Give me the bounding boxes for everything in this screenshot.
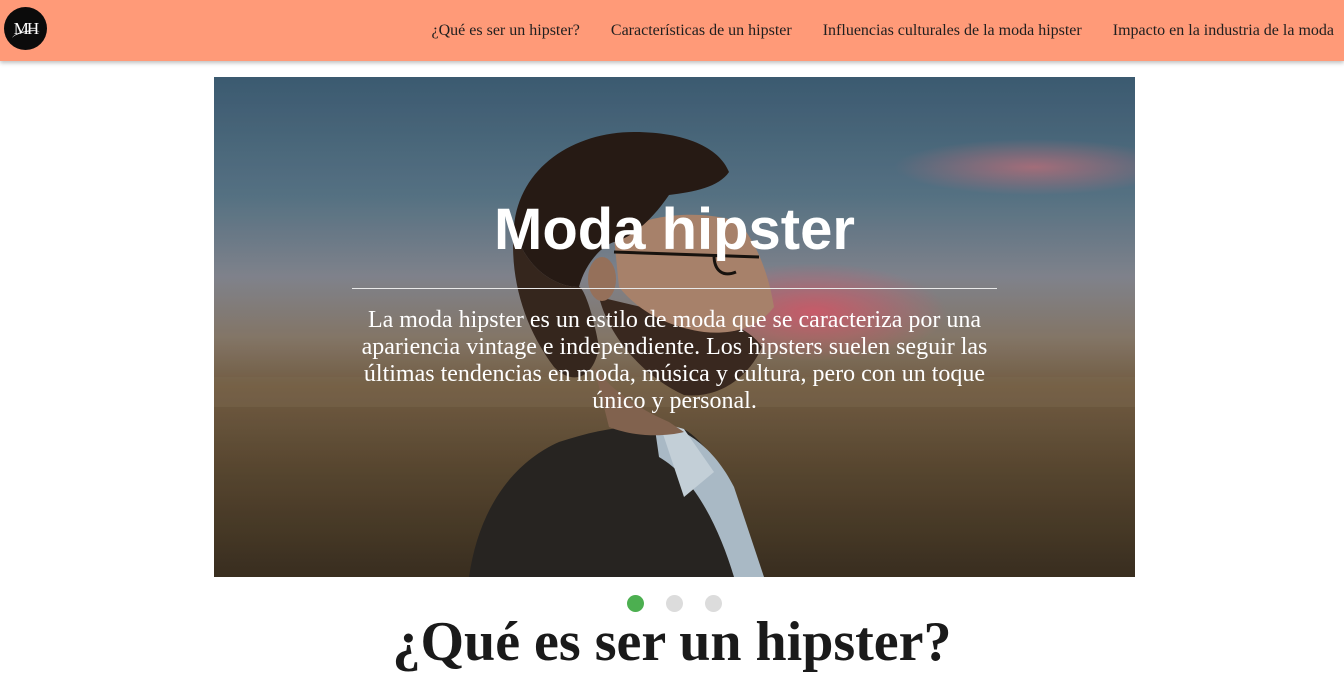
hero-divider	[352, 288, 997, 289]
hero-title: Moda hipster	[494, 197, 855, 262]
main-nav: ¿Qué es ser un hipster? Características …	[432, 0, 1335, 61]
nav-link-influencias-culturales[interactable]: Influencias culturales de la moda hipste…	[823, 22, 1082, 40]
nav-link-impacto-industria[interactable]: Impacto en la industria de la moda	[1113, 22, 1334, 40]
hero-carousel-slide[interactable]: Moda hipster La moda hipster es un estil…	[214, 77, 1135, 577]
hero-description: La moda hipster es un estilo de moda que…	[361, 307, 988, 414]
nav-link-que-es-hipster[interactable]: ¿Qué es ser un hipster?	[432, 22, 580, 40]
site-logo[interactable]: MH	[4, 7, 47, 50]
section-heading: ¿Qué es ser un hipster?	[392, 611, 952, 673]
top-navigation-bar: MH ¿Qué es ser un hipster? Característic…	[0, 0, 1344, 61]
nav-link-caracteristicas[interactable]: Características de un hipster	[611, 22, 792, 40]
